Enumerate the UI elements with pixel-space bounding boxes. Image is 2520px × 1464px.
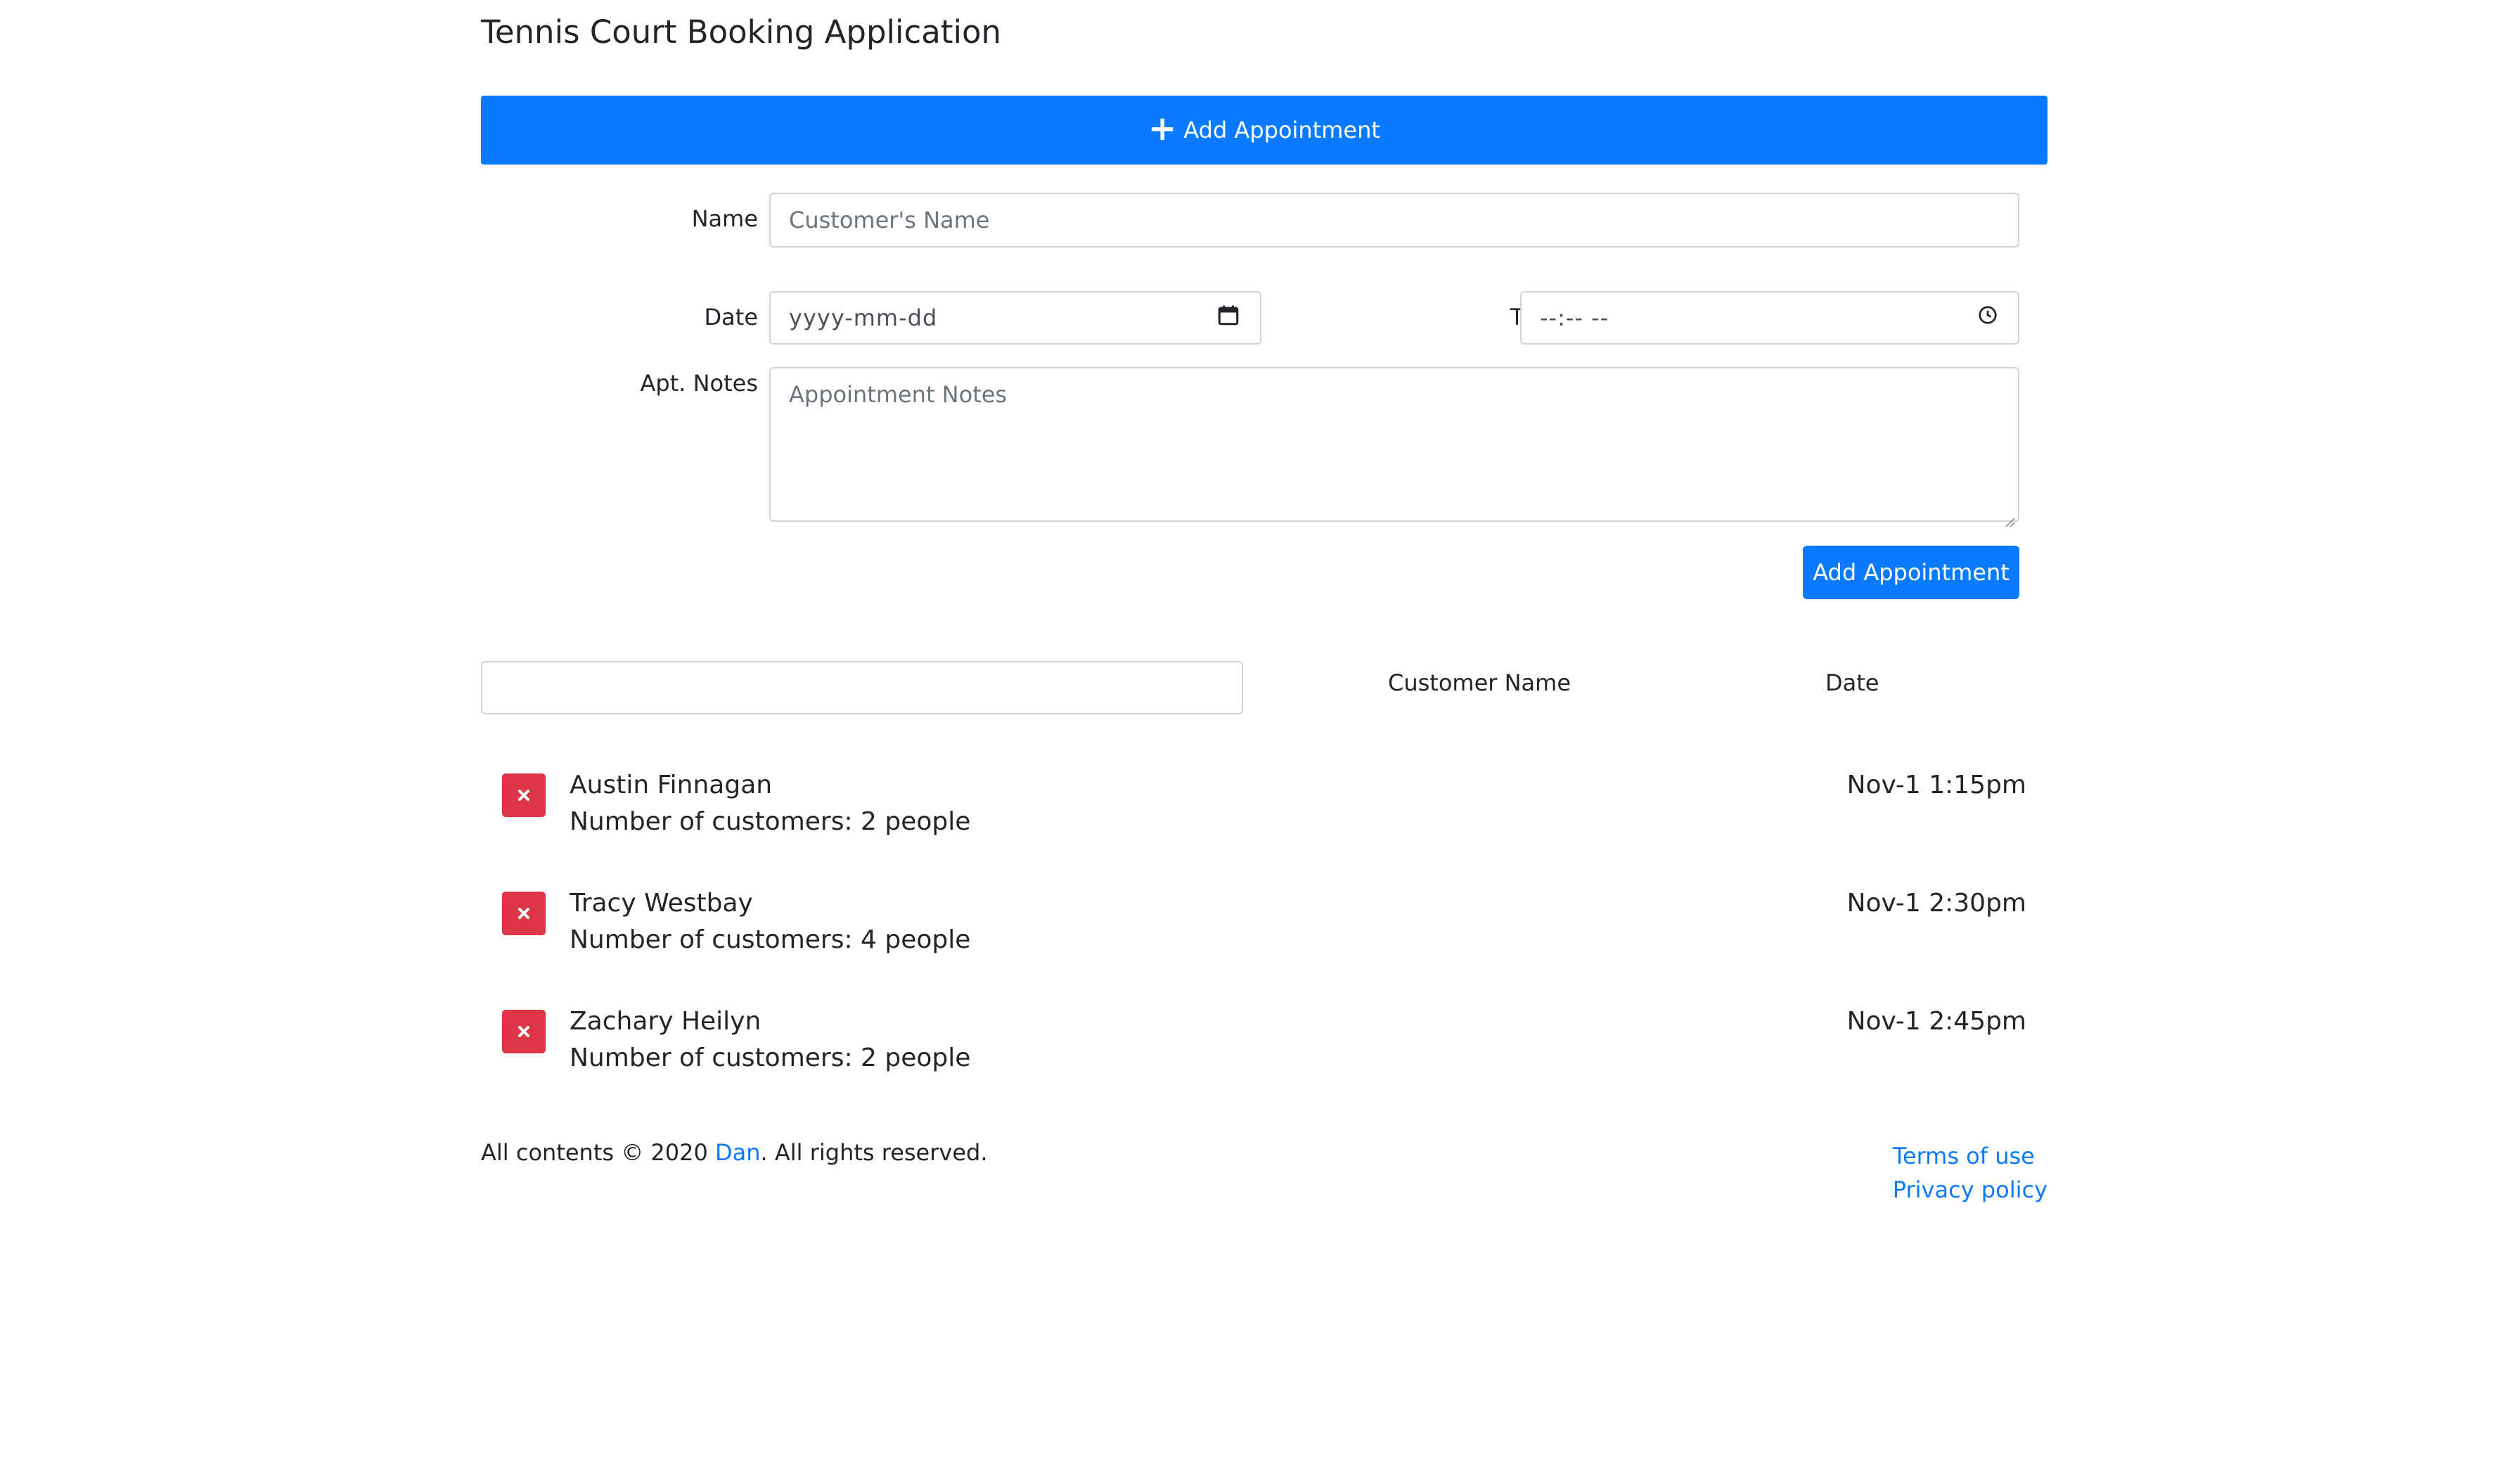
time-input[interactable]: --:-- -- bbox=[1520, 291, 2019, 345]
appointment-customer-count: Number of customers: 2 people bbox=[570, 1044, 971, 1072]
sort-by-customer-name[interactable]: Customer Name bbox=[1388, 669, 1571, 696]
name-label: Name bbox=[691, 205, 758, 232]
clock-icon[interactable] bbox=[1977, 304, 1998, 331]
delete-appointment-button[interactable] bbox=[502, 892, 546, 935]
page-title: Tennis Court Booking Application bbox=[481, 13, 1002, 51]
close-icon bbox=[518, 1026, 529, 1037]
plus-icon: + bbox=[1148, 109, 1177, 148]
time-placeholder: --:-- -- bbox=[1540, 304, 1609, 331]
date-label: Date bbox=[704, 304, 758, 330]
delete-appointment-button[interactable] bbox=[502, 1010, 546, 1053]
appointment-customer-name: Austin Finnagan bbox=[570, 771, 773, 800]
footer-prefix: All contents © 2020 bbox=[481, 1139, 715, 1166]
footer-suffix: . All rights reserved. bbox=[760, 1139, 988, 1166]
add-appointment-toggle[interactable]: + Add Appointment bbox=[481, 96, 2048, 165]
appointment-customer-count: Number of customers: 2 people bbox=[570, 807, 971, 836]
add-appointment-button[interactable]: Add Appointment bbox=[1803, 546, 2019, 599]
appointment-item: Tracy Westbay Number of customers: 4 peo… bbox=[481, 889, 2048, 973]
appointment-item: Zachary Heilyn Number of customers: 2 pe… bbox=[481, 1007, 2048, 1091]
notes-placeholder: Appointment Notes bbox=[789, 381, 1008, 408]
delete-appointment-button[interactable] bbox=[502, 773, 546, 817]
resize-handle-icon[interactable] bbox=[2004, 506, 2015, 527]
customer-name-input[interactable]: Customer's Name bbox=[769, 193, 2019, 248]
sort-by-date[interactable]: Date bbox=[1825, 669, 1879, 696]
date-placeholder: yyyy-mm-dd bbox=[789, 304, 938, 331]
customer-name-placeholder: Customer's Name bbox=[789, 207, 990, 233]
appointment-item: Austin Finnagan Number of customers: 2 p… bbox=[481, 771, 2048, 855]
date-input[interactable]: yyyy-mm-dd bbox=[769, 291, 1261, 345]
footer-copyright: All contents © 2020 Dan. All rights rese… bbox=[481, 1139, 988, 1166]
appointment-date: Nov-1 2:45pm bbox=[1846, 1007, 2026, 1036]
appointment-date: Nov-1 1:15pm bbox=[1846, 771, 2026, 800]
footer-links: Terms of use Privacy policy bbox=[1893, 1139, 2048, 1207]
calendar-icon[interactable] bbox=[1216, 303, 1240, 333]
search-input[interactable] bbox=[481, 661, 1243, 714]
appointment-notes-textarea[interactable]: Appointment Notes bbox=[769, 367, 2019, 527]
appointment-customer-name: Tracy Westbay bbox=[570, 889, 753, 918]
author-link[interactable]: Dan bbox=[715, 1139, 761, 1166]
add-appointment-toggle-label: Add Appointment bbox=[1183, 117, 1380, 143]
appointment-customer-name: Zachary Heilyn bbox=[570, 1007, 761, 1036]
close-icon bbox=[518, 908, 529, 919]
appointment-date: Nov-1 2:30pm bbox=[1846, 889, 2026, 918]
close-icon bbox=[518, 790, 529, 801]
privacy-policy-link[interactable]: Privacy policy bbox=[1893, 1173, 2048, 1207]
appointment-customer-count: Number of customers: 4 people bbox=[570, 925, 971, 954]
terms-of-use-link[interactable]: Terms of use bbox=[1893, 1139, 2048, 1173]
notes-label: Apt. Notes bbox=[640, 370, 758, 397]
